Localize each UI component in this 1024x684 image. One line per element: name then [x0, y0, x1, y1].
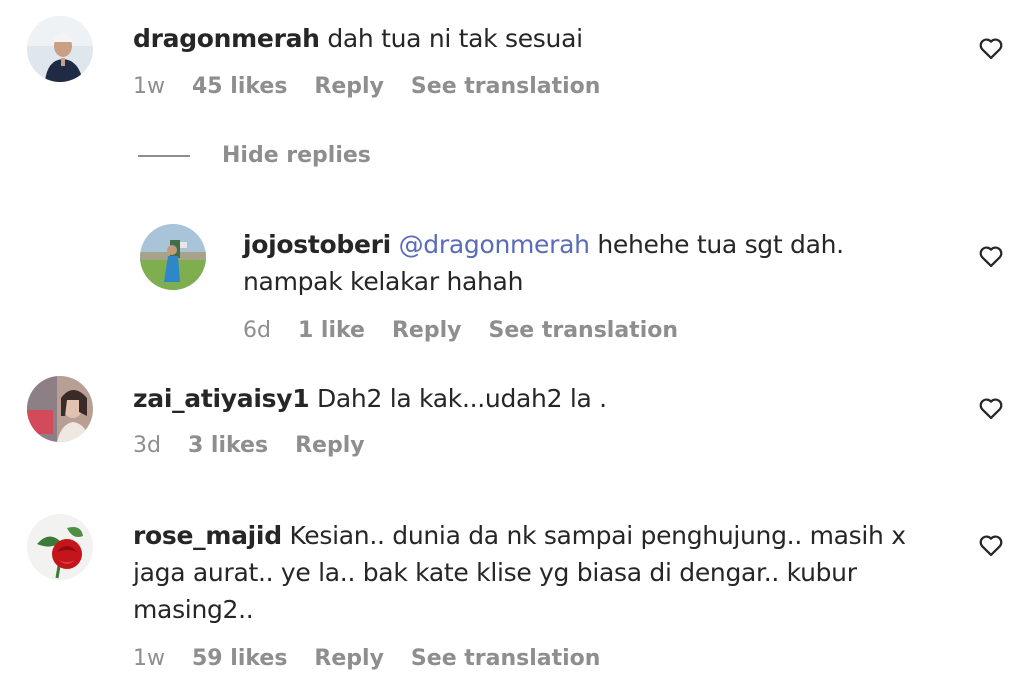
likes-count[interactable]: 3 likes [188, 433, 268, 458]
reply-time[interactable]: 6d [243, 318, 271, 343]
likes-count[interactable]: 45 likes [192, 74, 287, 99]
comment-username[interactable]: rose_majid [133, 521, 282, 550]
reply-likes-count[interactable]: 1 like [298, 318, 365, 343]
comment-content: dah tua ni tak sesuai [327, 24, 583, 53]
reply-button[interactable]: Reply [295, 433, 365, 458]
comment-time[interactable]: 3d [133, 433, 161, 458]
heart-icon[interactable] [977, 242, 1005, 270]
reply-meta: 6d 1 like Reply See translation [243, 318, 705, 343]
reply-content-line1: hehehe tua sgt dah. [597, 230, 844, 259]
comment-text: dragonmerah dah tua ni tak sesuai [133, 20, 583, 57]
comment-content-line2: jaga aurat.. ye la.. bak kate klise yg b… [133, 558, 857, 587]
reply-username[interactable]: jojostoberi [243, 230, 391, 259]
comment-content-line1: Kesian.. dunia da nk sampai penghujung..… [289, 521, 906, 550]
avatar-rose-majid[interactable] [27, 514, 93, 580]
comment-text: zai_atiyaisy1 Dah2 la kak...udah2 la . [133, 380, 607, 417]
see-translation-button[interactable]: See translation [411, 74, 601, 99]
avatar-dragonmerah[interactable] [27, 16, 93, 82]
reply-text: jojostoberi @dragonmerah hehehe tua sgt … [243, 226, 844, 300]
heart-icon[interactable] [977, 394, 1005, 422]
reply-mention[interactable]: @dragonmerah [399, 230, 590, 259]
comment-content: Dah2 la kak...udah2 la . [316, 384, 607, 413]
comment-meta: 1w 59 likes Reply See translation [133, 646, 627, 671]
hide-replies-line [138, 154, 190, 157]
comment-text: rose_majid Kesian.. dunia da nk sampai p… [133, 517, 906, 628]
reply-see-translation-button[interactable]: See translation [488, 318, 678, 343]
comment-meta: 3d 3 likes Reply [133, 433, 392, 458]
comment-time[interactable]: 1w [133, 646, 165, 671]
avatar-jojostoberi[interactable] [140, 224, 206, 290]
comment-time[interactable]: 1w [133, 74, 165, 99]
hide-replies-label: Hide replies [222, 143, 371, 168]
reply-button[interactable]: Reply [314, 646, 384, 671]
reply-button[interactable]: Reply [314, 74, 384, 99]
hide-replies-button[interactable]: Hide replies [138, 143, 371, 168]
likes-count[interactable]: 59 likes [192, 646, 287, 671]
heart-icon[interactable] [977, 531, 1005, 559]
reply-reply-button[interactable]: Reply [392, 318, 462, 343]
comment-meta: 1w 45 likes Reply See translation [133, 74, 627, 99]
reply-content-line2: nampak kelakar hahah [243, 267, 524, 296]
comments-panel: dragonmerah dah tua ni tak sesuai 1w 45 … [0, 0, 1024, 684]
comment-username[interactable]: dragonmerah [133, 24, 320, 53]
see-translation-button[interactable]: See translation [411, 646, 601, 671]
comment-username[interactable]: zai_atiyaisy1 [133, 384, 310, 413]
comment-content-line3: masing2.. [133, 595, 254, 624]
heart-icon[interactable] [977, 34, 1005, 62]
avatar-zai-atiyaisy1[interactable] [27, 376, 93, 442]
